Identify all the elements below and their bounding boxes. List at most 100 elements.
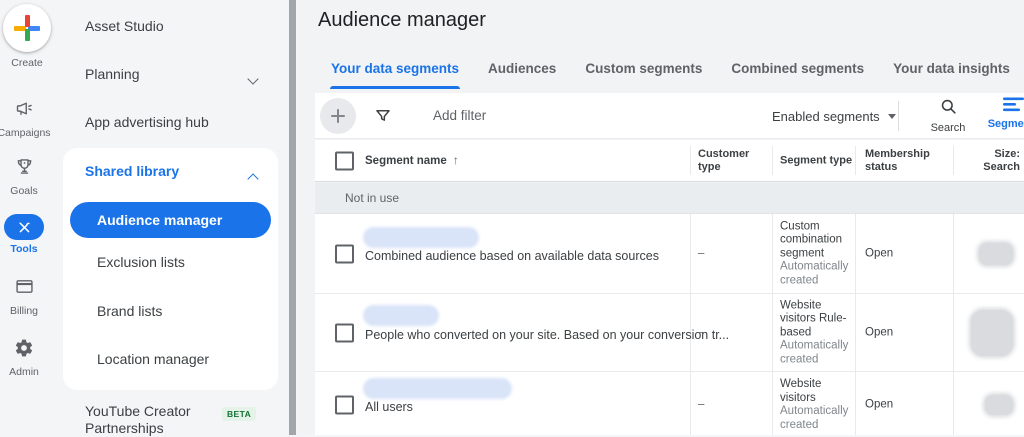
column-header-segment-type[interactable]: Segment type — [780, 154, 854, 167]
membership-status-cell: Open — [865, 325, 894, 338]
row-checkbox[interactable] — [335, 395, 354, 415]
sidebar-nav: Asset Studio Planning App advertising hu… — [56, 0, 289, 437]
tab-bar: Your data segments Audiences Custom segm… — [330, 57, 1011, 89]
segment-type-secondary: Automatically created — [780, 260, 849, 286]
segment-description: All users — [365, 400, 413, 414]
customer-type-cell: – — [698, 325, 705, 338]
toolbar-divider — [898, 101, 899, 131]
sidebar-scrollbar[interactable] — [289, 0, 296, 435]
tab-combined-segments[interactable]: Combined segments — [730, 57, 865, 89]
segment-type-secondary: Automatically created — [780, 405, 849, 431]
segment-description: Combined audience based on available dat… — [365, 249, 659, 263]
row-checkbox[interactable] — [335, 244, 354, 263]
sort-ascending-icon[interactable]: ↑ — [453, 153, 459, 167]
sidebar-item-youtube-creator-partnerships[interactable]: YouTube Creator Partnerships — [85, 403, 205, 437]
rail-label-campaigns: Campaigns — [0, 127, 51, 139]
segment-type-primary: Website visitors — [780, 378, 822, 404]
segment-name-redacted[interactable] — [365, 229, 477, 246]
filter-icon[interactable] — [374, 107, 392, 130]
size-search-redacted — [985, 395, 1013, 415]
sidebar-item-audience-manager[interactable]: Audience manager — [70, 202, 271, 238]
chevron-down-icon[interactable] — [247, 70, 259, 88]
search-button[interactable]: Search — [922, 97, 974, 134]
tab-your-data-segments[interactable]: Your data segments — [330, 57, 461, 89]
segment-name-cell: Combined audience based on available dat… — [365, 214, 685, 293]
row-checkbox[interactable] — [335, 323, 354, 342]
segment-type-primary: Custom combination segment — [780, 219, 843, 259]
segments-list-icon — [1002, 97, 1024, 116]
rail-item-billing[interactable]: Billing — [0, 276, 48, 317]
rail-item-admin[interactable]: Admin — [0, 338, 48, 378]
membership-status-cell: Open — [865, 398, 894, 411]
rail-item-campaigns[interactable]: Campaigns — [0, 98, 51, 139]
rail-label-billing: Billing — [9, 305, 38, 317]
customer-type-cell: – — [698, 246, 705, 259]
column-header-customer-type[interactable]: Customer type — [698, 148, 770, 174]
segment-type-primary: Website visitors Rule-based — [780, 298, 847, 338]
page-title: Audience manager — [318, 9, 486, 31]
create-label: Create — [11, 57, 43, 69]
segment-type-cell: Website visitors Automatically created — [780, 378, 854, 432]
sidebar-item-brand-lists[interactable]: Brand lists — [97, 303, 162, 319]
table-toolbar: Add filter Enabled segments Search Segme — [315, 93, 1024, 139]
search-icon — [939, 99, 958, 120]
sidebar-item-shared-library[interactable]: Shared library — [85, 163, 179, 179]
tools-icon — [4, 214, 44, 240]
chevron-up-icon[interactable] — [247, 170, 259, 188]
gear-icon — [14, 338, 34, 363]
segments-button[interactable]: Segments — [977, 97, 1024, 130]
rail-item-tools[interactable]: Tools — [0, 214, 48, 255]
table-row[interactable]: Combined audience based on available dat… — [315, 214, 1024, 294]
segment-name-redacted[interactable] — [365, 380, 510, 397]
segments-label: Segments — [987, 118, 1024, 130]
sidebar-item-planning[interactable]: Planning — [85, 66, 140, 82]
size-search-redacted — [979, 242, 1013, 265]
column-header-size-search[interactable]: Size: Search — [960, 148, 1020, 174]
table-header: Segment name ↑ Customer type Segment type… — [315, 140, 1024, 182]
segment-name-cell: All users — [365, 372, 685, 435]
rail-label-tools: Tools — [10, 243, 38, 255]
create-button[interactable]: Create — [3, 4, 51, 69]
enabled-segments-label: Enabled segments — [772, 108, 880, 124]
segment-type-cell: Website visitors Rule-based Automaticall… — [780, 299, 854, 367]
tab-audiences[interactable]: Audiences — [487, 57, 557, 89]
table-body: Combined audience based on available dat… — [315, 214, 1024, 435]
segment-type-cell: Custom combination segment Automatically… — [780, 220, 854, 288]
enabled-segments-dropdown[interactable]: Enabled segments — [772, 93, 896, 139]
segment-name-redacted[interactable] — [365, 307, 437, 324]
segment-type-secondary: Automatically created — [780, 339, 849, 365]
dropdown-caret-icon — [887, 113, 896, 119]
sidebar-item-app-advertising-hub[interactable]: App advertising hub — [85, 114, 209, 130]
segment-name-cell: People who converted on your site. Based… — [365, 294, 729, 371]
beta-badge: BETA — [222, 407, 257, 421]
customer-type-cell: – — [698, 398, 705, 411]
main-content: Audience manager Your data segments Audi… — [297, 0, 1024, 435]
group-row-not-in-use: Not in use — [315, 183, 1024, 214]
segment-name-header-label: Segment name — [365, 154, 447, 167]
size-search-redacted — [971, 309, 1013, 356]
shared-library-card: Shared library Audience manager Exclusio… — [63, 148, 278, 390]
sidebar-item-exclusion-lists[interactable]: Exclusion lists — [97, 254, 185, 270]
trophy-icon — [14, 156, 35, 182]
segment-description: People who converted on your site. Based… — [365, 328, 730, 342]
add-segment-button[interactable] — [320, 98, 356, 134]
sidebar-item-location-manager[interactable]: Location manager — [97, 351, 209, 367]
table-row[interactable]: People who converted on your site. Based… — [315, 294, 1024, 372]
tab-custom-segments[interactable]: Custom segments — [584, 57, 703, 89]
membership-status-cell: Open — [865, 246, 894, 259]
tab-your-data-insights[interactable]: Your data insights — [892, 57, 1011, 89]
credit-card-icon — [14, 276, 35, 302]
column-header-membership-status[interactable]: Membership status — [865, 148, 945, 174]
megaphone-icon — [14, 98, 35, 124]
select-all-checkbox[interactable] — [335, 151, 354, 170]
column-header-segment-name[interactable]: Segment name ↑ — [365, 153, 459, 168]
add-filter-button[interactable]: Add filter — [433, 93, 486, 139]
rail-label-admin: Admin — [9, 366, 39, 378]
table-row[interactable]: All users – Website visitors Automatical… — [315, 372, 1024, 435]
search-label: Search — [930, 122, 966, 134]
sidebar-item-asset-studio[interactable]: Asset Studio — [85, 18, 164, 34]
left-icon-rail: Create Campaigns Goals Tools Billing Adm… — [0, 0, 56, 435]
rail-label-goals: Goals — [10, 185, 38, 197]
create-plus-icon[interactable] — [3, 4, 51, 52]
rail-item-goals[interactable]: Goals — [0, 156, 48, 197]
